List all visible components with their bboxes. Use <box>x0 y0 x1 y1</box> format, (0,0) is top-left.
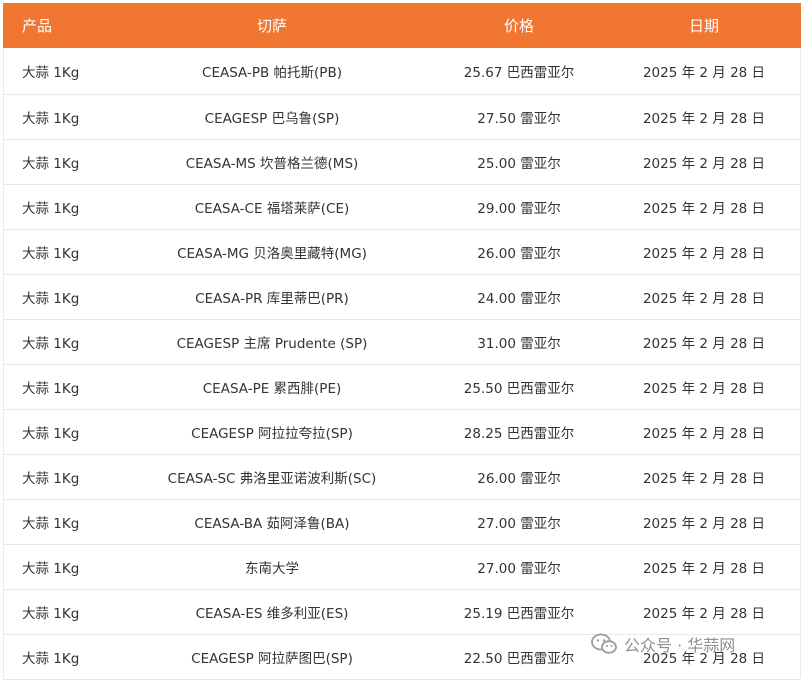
cell-product: 大蒜 1Kg <box>22 335 80 352</box>
cell-date: 2025 年 2 月 28 日 <box>642 380 766 397</box>
cell-price: 27.00 雷亚尔 <box>477 515 561 532</box>
cell-product: 大蒜 1Kg <box>22 515 80 532</box>
price-table: 产品 切萨 价格 日期 大蒜 1Kg CEASA-PB 帕托斯(PB) 25.6… <box>3 3 801 680</box>
cell-price: 29.00 雷亚尔 <box>477 200 561 217</box>
cell-date: 2025 年 2 月 28 日 <box>642 470 766 487</box>
cell-product: 大蒜 1Kg <box>22 605 80 622</box>
table-row: 大蒜 1Kg CEAGESP 阿拉拉夸拉(SP) 28.25 巴西雷亚尔 202… <box>3 409 801 454</box>
header-cut: 切萨 <box>256 17 287 35</box>
cell-cut: 东南大学 <box>245 560 299 577</box>
cell-date: 2025 年 2 月 28 日 <box>642 560 766 577</box>
table-row: 大蒜 1Kg CEASA-MG 贝洛奥里藏特(MG) 26.00 雷亚尔 202… <box>3 229 801 274</box>
table-row: 大蒜 1Kg CEASA-SC 弗洛里亚诺波利斯(SC) 26.00 雷亚尔 2… <box>3 454 801 499</box>
cell-cut: CEAGESP 阿拉拉夸拉(SP) <box>191 425 353 442</box>
cell-price: 28.25 巴西雷亚尔 <box>463 425 575 442</box>
cell-product: 大蒜 1Kg <box>22 650 80 667</box>
cell-cut: CEASA-MS 坎普格兰德(MS) <box>185 155 359 172</box>
cell-date: 2025 年 2 月 28 日 <box>642 110 766 127</box>
table-row: 大蒜 1Kg 东南大学 27.00 雷亚尔 2025 年 2 月 28 日 <box>3 544 801 589</box>
header-product: 产品 <box>22 17 53 35</box>
table-left-border <box>3 48 4 677</box>
cell-price: 26.00 雷亚尔 <box>477 470 561 487</box>
cell-product: 大蒜 1Kg <box>22 110 80 127</box>
table-header: 产品 切萨 价格 日期 <box>3 3 801 48</box>
cell-date: 2025 年 2 月 28 日 <box>642 425 766 442</box>
cell-product: 大蒜 1Kg <box>22 245 80 262</box>
cell-cut: CEASA-BA 茹阿泽鲁(BA) <box>194 515 350 532</box>
table-row: 大蒜 1Kg CEASA-MS 坎普格兰德(MS) 25.00 雷亚尔 2025… <box>3 139 801 184</box>
table-row: 大蒜 1Kg CEASA-PB 帕托斯(PB) 25.67 巴西雷亚尔 2025… <box>3 48 801 94</box>
cell-date: 2025 年 2 月 28 日 <box>642 64 766 81</box>
table-row: 大蒜 1Kg CEASA-BA 茹阿泽鲁(BA) 27.00 雷亚尔 2025 … <box>3 499 801 544</box>
cell-product: 大蒜 1Kg <box>22 200 80 217</box>
cell-date: 2025 年 2 月 28 日 <box>642 245 766 262</box>
cell-product: 大蒜 1Kg <box>22 64 80 81</box>
cell-cut: CEASA-ES 维多利亚(ES) <box>195 605 349 622</box>
watermark-text: 公众号 · 华蒜网 <box>624 636 736 655</box>
cell-product: 大蒜 1Kg <box>22 425 80 442</box>
table-header-row: 产品 切萨 价格 日期 <box>3 3 801 48</box>
table-right-border <box>800 48 801 677</box>
cell-date: 2025 年 2 月 28 日 <box>642 200 766 217</box>
cell-price: 27.50 雷亚尔 <box>477 110 561 127</box>
cell-price: 26.00 雷亚尔 <box>477 245 561 262</box>
watermark: 公众号 · 华蒜网 <box>590 628 735 660</box>
cell-date: 2025 年 2 月 28 日 <box>642 290 766 307</box>
cell-cut: CEASA-SC 弗洛里亚诺波利斯(SC) <box>167 470 377 487</box>
cell-cut: CEAGESP 巴乌鲁(SP) <box>204 110 340 127</box>
cell-cut: CEAGESP 主席 Prudente (SP) <box>176 335 368 352</box>
header-price: 价格 <box>503 17 534 35</box>
cell-price: 31.00 雷亚尔 <box>477 335 561 352</box>
cell-date: 2025 年 2 月 28 日 <box>642 155 766 172</box>
cell-product: 大蒜 1Kg <box>22 470 80 487</box>
cell-product: 大蒜 1Kg <box>22 380 80 397</box>
price-table-container: 产品 切萨 价格 日期 大蒜 1Kg CEASA-PB 帕托斯(PB) 25.6… <box>3 3 801 680</box>
cell-product: 大蒜 1Kg <box>22 155 80 172</box>
header-date: 日期 <box>688 17 719 35</box>
cell-price: 27.00 雷亚尔 <box>477 560 561 577</box>
cell-cut: CEASA-MG 贝洛奥里藏特(MG) <box>177 245 367 262</box>
table-row: 大蒜 1Kg CEASA-PE 累西腓(PE) 25.50 巴西雷亚尔 2025… <box>3 364 801 409</box>
cell-price: 22.50 巴西雷亚尔 <box>463 650 575 667</box>
cell-date: 2025 年 2 月 28 日 <box>642 335 766 352</box>
cell-cut: CEASA-PB 帕托斯(PB) <box>202 64 342 81</box>
cell-price: 25.50 巴西雷亚尔 <box>463 380 575 397</box>
cell-cut: CEASA-CE 福塔莱萨(CE) <box>194 200 350 217</box>
cell-date: 2025 年 2 月 28 日 <box>642 515 766 532</box>
table-row: 大蒜 1Kg CEAGESP 巴乌鲁(SP) 27.50 雷亚尔 2025 年 … <box>3 94 801 139</box>
cell-price: 24.00 雷亚尔 <box>477 290 561 307</box>
cell-cut: CEASA-PE 累西腓(PE) <box>202 380 342 397</box>
cell-cut: CEAGESP 阿拉萨图巴(SP) <box>191 650 353 667</box>
cell-price: 25.67 巴西雷亚尔 <box>463 64 575 81</box>
cell-cut: CEASA-PR 库里蒂巴(PR) <box>195 290 349 307</box>
table-row: 大蒜 1Kg CEASA-PR 库里蒂巴(PR) 24.00 雷亚尔 2025 … <box>3 274 801 319</box>
cell-product: 大蒜 1Kg <box>22 290 80 307</box>
table-body: 大蒜 1Kg CEASA-PB 帕托斯(PB) 25.67 巴西雷亚尔 2025… <box>3 48 801 679</box>
cell-price: 25.19 巴西雷亚尔 <box>463 605 575 622</box>
table-row: 大蒜 1Kg CEASA-CE 福塔莱萨(CE) 29.00 雷亚尔 2025 … <box>3 184 801 229</box>
cell-price: 25.00 雷亚尔 <box>477 155 561 172</box>
cell-product: 大蒜 1Kg <box>22 560 80 577</box>
table-row: 大蒜 1Kg CEAGESP 主席 Prudente (SP) 31.00 雷亚… <box>3 319 801 364</box>
wechat-icon <box>591 633 617 654</box>
